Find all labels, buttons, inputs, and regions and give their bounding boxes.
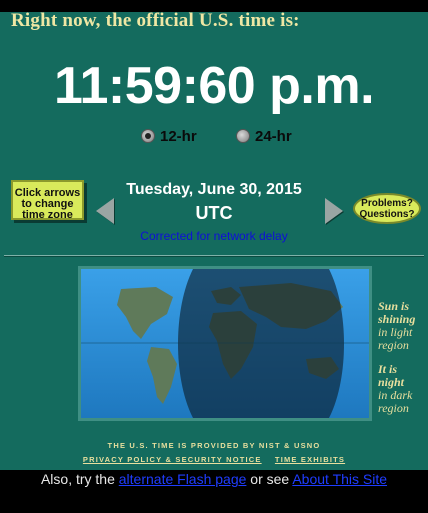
privacy-policy-link[interactable]: PRIVACY POLICY & SECURITY NOTICE — [83, 455, 262, 464]
also-prefix: Also, try the — [40, 471, 115, 487]
night-legend-line-2: night — [378, 375, 405, 389]
provided-by-text: THE U.S. TIME IS PROVIDED BY NIST & USNO — [107, 441, 321, 450]
night-legend-line-3: in dark — [378, 388, 413, 402]
night-region — [178, 269, 344, 418]
sun-legend-line-4: region — [378, 338, 409, 352]
night-legend-line-1: It is — [378, 362, 398, 376]
problems-questions-button[interactable]: Problems? Questions? — [353, 193, 421, 224]
problems-line-2: Questions? — [359, 209, 415, 220]
time-exhibits-link[interactable]: TIME EXHIBITS — [275, 455, 345, 464]
sun-legend-line-2: shining — [378, 312, 416, 326]
network-delay-note: Corrected for network delay — [140, 229, 288, 243]
radio-12hr[interactable] — [141, 129, 155, 143]
alternate-flash-link[interactable]: alternate Flash page — [119, 471, 247, 487]
also-try-line: Also, try the alternate Flash page or se… — [0, 471, 428, 487]
format-12hr-option[interactable]: 12-hr — [141, 125, 197, 147]
format-24hr-label: 24-hr — [255, 127, 292, 145]
footer-links: PRIVACY POLICY & SECURITY NOTICE TIME EX… — [0, 455, 428, 464]
night-legend: It is night in dark region — [378, 363, 412, 415]
format-24hr-option[interactable]: 24-hr — [236, 125, 292, 147]
about-site-link[interactable]: About This Site — [292, 471, 387, 487]
sun-legend: Sun is shining in light region — [378, 300, 415, 352]
sun-legend-line-3: in light — [378, 325, 413, 339]
headline: Right now, the official U.S. time is: — [11, 10, 300, 31]
radio-24hr[interactable] — [236, 129, 250, 143]
format-12hr-label: 12-hr — [160, 127, 197, 145]
time-display: 11:59:60 p.m. — [53, 57, 375, 115]
also-middle: or see — [250, 471, 290, 487]
problems-line-1: Problems? — [361, 198, 413, 209]
night-legend-line-4: region — [378, 401, 409, 415]
divider — [4, 255, 424, 257]
sun-legend-line-1: Sun is — [378, 299, 410, 313]
day-night-world-map — [81, 269, 369, 418]
